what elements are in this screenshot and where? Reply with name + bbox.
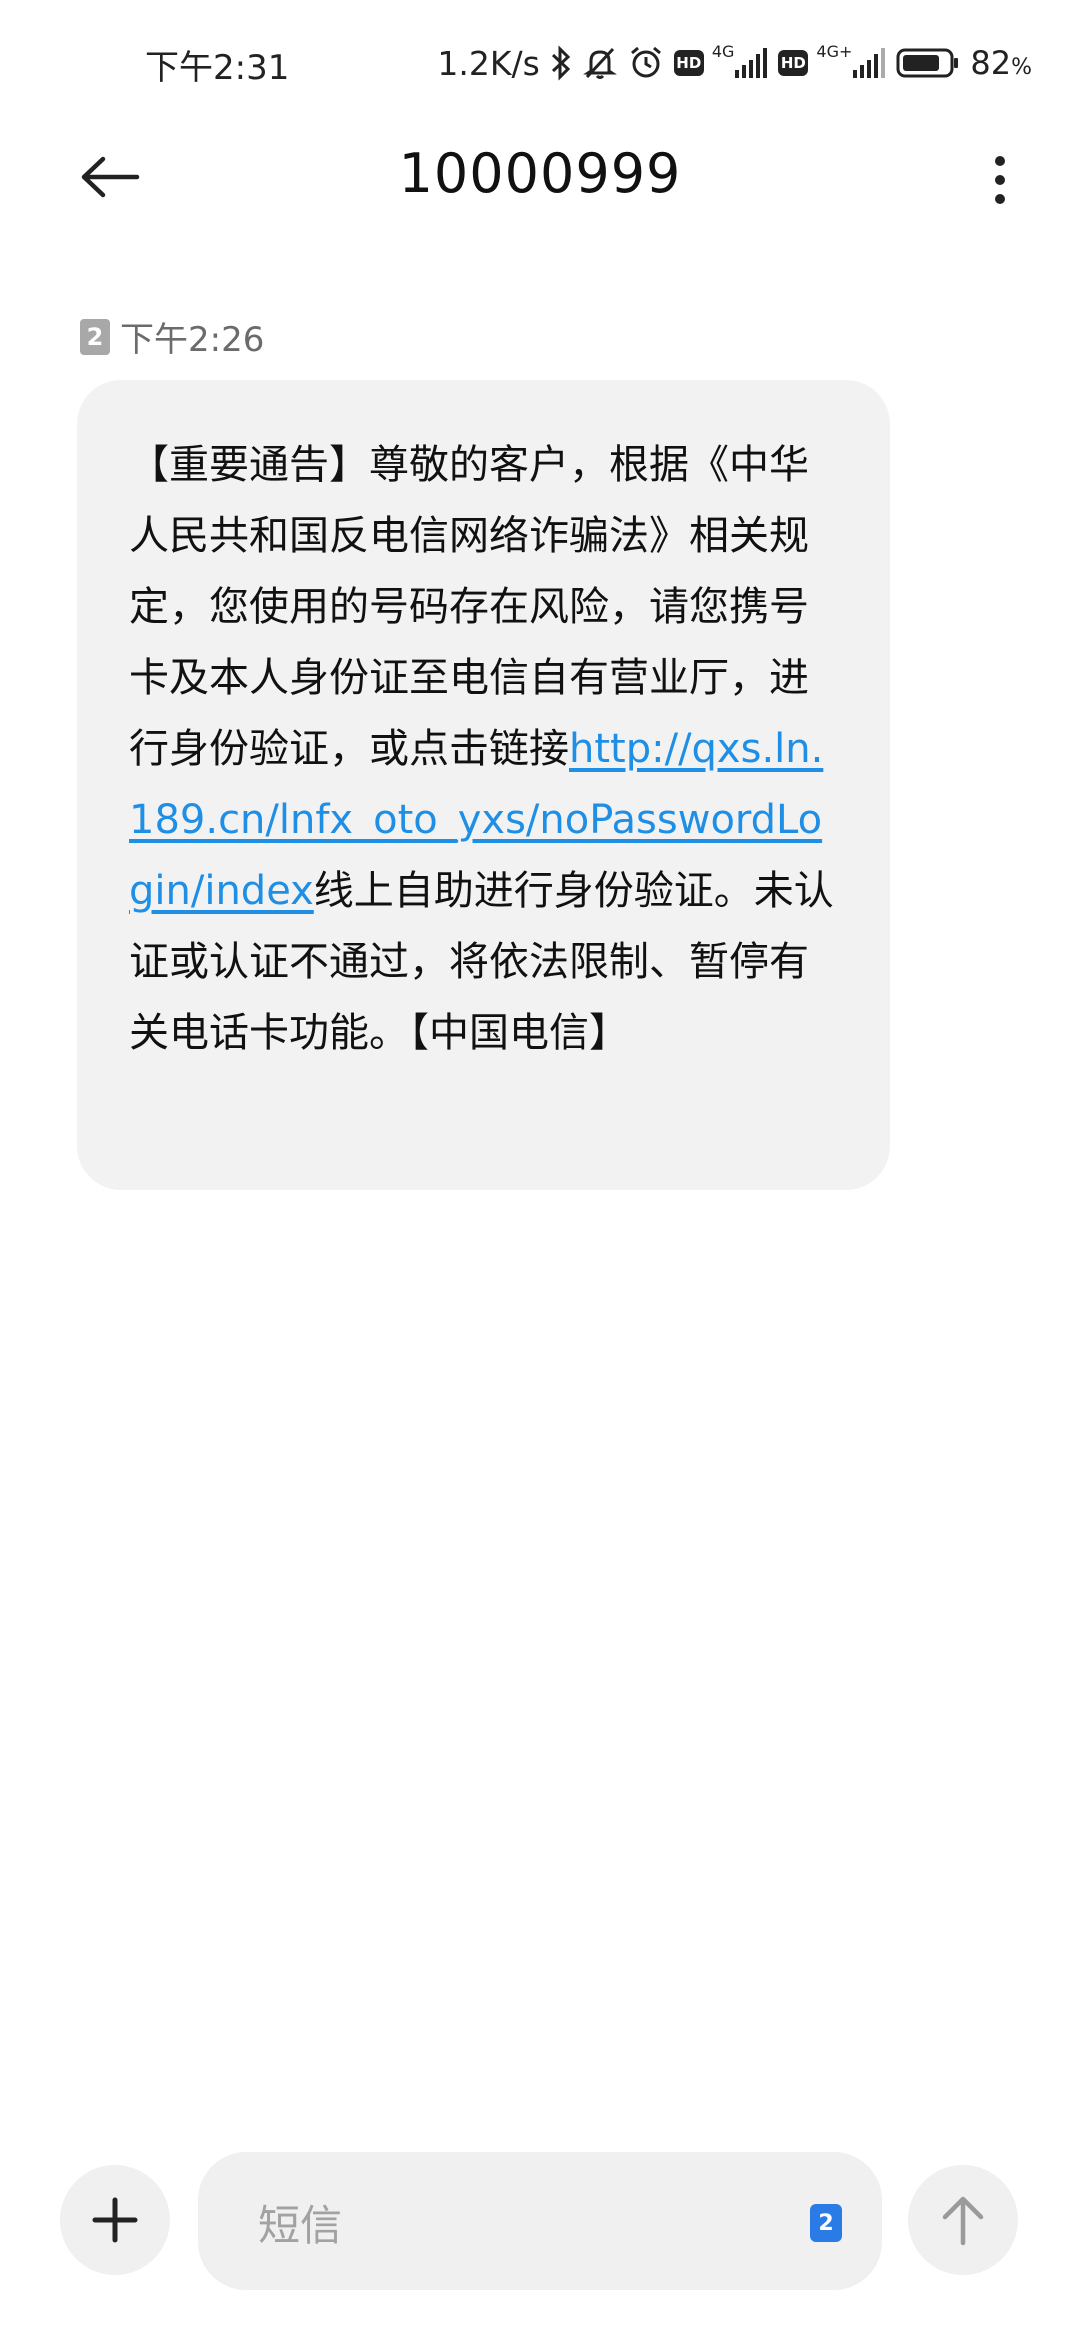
message-input[interactable]: 短信 2: [198, 2152, 882, 2290]
send-button[interactable]: [908, 2165, 1018, 2275]
network-type-sim1: 4G: [711, 41, 735, 61]
net-speed: 1.2K/s: [437, 43, 540, 83]
plus-icon: [92, 2197, 138, 2243]
more-options-button[interactable]: [975, 145, 1025, 215]
message-input-placeholder: 短信: [258, 2201, 343, 2250]
sim-slot-badge: 2: [80, 318, 110, 355]
network-type-sim2: 4G+: [816, 41, 853, 61]
battery-percent: 82%: [970, 44, 1032, 82]
sim-select-button[interactable]: 2: [810, 2204, 842, 2242]
hd-badge-sim2: HD: [778, 50, 809, 76]
contact-title: 10000999: [398, 142, 682, 205]
conversation-header: 10000999: [0, 120, 1080, 230]
hd-badge-sim1: HD: [673, 50, 704, 76]
message-text-before-link: 【重要通告】尊敬的客户，根据《中华人民共和国反电信网络诈骗法》相关规定，您使用的…: [129, 442, 809, 772]
signal-icon-sim1: 4G: [712, 42, 769, 78]
send-arrow-icon: [942, 2196, 984, 2246]
sms-conversation-screen: 下午2:31 1.2K/s HD 4G HD 4G+ 82% 10000999 …: [0, 0, 1080, 2340]
message-time: 下午2:26: [120, 320, 265, 360]
signal-icon-sim2: 4G+: [816, 42, 886, 78]
status-time: 下午2:31: [145, 48, 290, 88]
composer-bar: 短信 2: [0, 2140, 1080, 2300]
battery-icon: [896, 47, 960, 79]
alarm-icon: [628, 45, 664, 81]
mute-icon: [582, 45, 618, 81]
message-bubble[interactable]: 【重要通告】尊敬的客户，根据《中华人民共和国反电信网络诈骗法》相关规定，您使用的…: [77, 380, 890, 1190]
more-vertical-icon: [995, 156, 1005, 204]
status-icons: 1.2K/s HD 4G HD 4G+ 82%: [437, 38, 1032, 88]
status-bar: 下午2:31 1.2K/s HD 4G HD 4G+ 82%: [0, 0, 1080, 120]
add-attachment-button[interactable]: [60, 2165, 170, 2275]
bluetooth-icon: [550, 45, 572, 81]
message-meta: 2 下午2:26: [80, 312, 264, 361]
